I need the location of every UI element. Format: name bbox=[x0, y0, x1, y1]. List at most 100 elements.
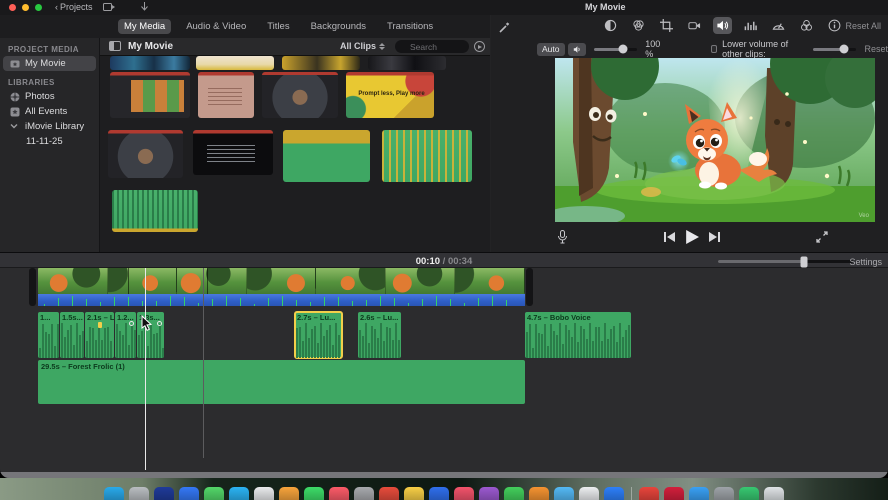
inspector-panel: Reset All Auto 100 % Lower volume of oth… bbox=[491, 15, 888, 252]
audio-clip[interactable]: 4.7s – Bobo Voice bbox=[525, 312, 631, 358]
media-thumbnail-film-blue[interactable] bbox=[110, 56, 190, 70]
media-thumbnail-audio-top[interactable] bbox=[283, 130, 370, 182]
media-thumbnail-editor[interactable] bbox=[110, 72, 190, 118]
lower-volume-checkbox[interactable] bbox=[710, 45, 718, 53]
dock-app-icon[interactable] bbox=[279, 487, 299, 500]
audio-clip[interactable]: 1.5s... bbox=[60, 312, 84, 358]
continuous-playback-icon[interactable] bbox=[474, 41, 485, 52]
dock-app-icon[interactable] bbox=[104, 487, 124, 500]
right-trim-handle[interactable] bbox=[526, 268, 533, 306]
noise-reduction-icon[interactable] bbox=[741, 17, 760, 34]
audio-clip[interactable]: 2.6s – Lu... bbox=[358, 312, 401, 358]
dock-app-icon[interactable] bbox=[229, 487, 249, 500]
audio-clip[interactable]: 2.1s – L... bbox=[85, 312, 114, 358]
media-thumbnail-webcam[interactable] bbox=[108, 130, 183, 178]
media-thumbnail-webcam[interactable] bbox=[262, 72, 338, 118]
stabilization-icon[interactable] bbox=[685, 17, 704, 34]
left-trim-handle[interactable] bbox=[29, 268, 36, 306]
timeline-zoom-slider[interactable] bbox=[718, 256, 853, 267]
dock-app-icon[interactable] bbox=[739, 487, 759, 500]
playhead[interactable] bbox=[145, 268, 146, 470]
mute-speaker-button[interactable] bbox=[567, 42, 586, 56]
reset-volume-button[interactable]: Reset bbox=[864, 44, 888, 54]
download-arrow-icon[interactable] bbox=[140, 2, 149, 14]
dock-app-icon[interactable] bbox=[529, 487, 549, 500]
sidebar-item-11-11-25[interactable]: 11-11-25 bbox=[0, 134, 99, 149]
media-thumbnail-film-dark[interactable] bbox=[368, 56, 446, 70]
media-thumbnail-audio-wave[interactable] bbox=[112, 190, 198, 232]
sidebar-item-my-movie[interactable]: My Movie bbox=[3, 56, 96, 71]
dock-app-icon[interactable] bbox=[554, 487, 574, 500]
dock-app-icon[interactable] bbox=[604, 487, 624, 500]
fullscreen-button[interactable] bbox=[816, 231, 828, 243]
dock-app-icon[interactable] bbox=[429, 487, 449, 500]
video-clip-filmstrip[interactable] bbox=[38, 268, 525, 294]
dock-app-icon[interactable] bbox=[764, 487, 784, 500]
dock-app-icon[interactable] bbox=[379, 487, 399, 500]
zoom-window-button[interactable] bbox=[35, 4, 42, 11]
sidebar-item-photos[interactable]: Photos bbox=[0, 89, 99, 104]
dock-app-icon[interactable] bbox=[254, 487, 274, 500]
media-thumbnail-film-yellow[interactable] bbox=[282, 56, 360, 70]
import-media-icon[interactable] bbox=[103, 2, 115, 14]
close-window-button[interactable] bbox=[9, 4, 16, 11]
tab-audio-video[interactable]: Audio & Video bbox=[180, 19, 252, 34]
media-thumbnail-slide[interactable]: Prompt less, Play more bbox=[346, 72, 434, 118]
dock-app-icon[interactable] bbox=[404, 487, 424, 500]
sidebar-item-all-events[interactable]: All Events bbox=[0, 104, 99, 119]
audio-clip[interactable]: 1.2... bbox=[115, 312, 136, 358]
speed-icon[interactable] bbox=[769, 17, 788, 34]
dock-app-icon[interactable] bbox=[129, 487, 149, 500]
dock-app-icon[interactable] bbox=[689, 487, 709, 500]
dock-app-icon[interactable] bbox=[664, 487, 684, 500]
media-thumbnail-audio-spikes[interactable] bbox=[382, 130, 472, 182]
info-icon[interactable] bbox=[825, 17, 844, 34]
dock-app-icon[interactable] bbox=[204, 487, 224, 500]
play-button[interactable] bbox=[685, 230, 699, 244]
next-frame-button[interactable] bbox=[709, 232, 720, 242]
dock-app-icon[interactable] bbox=[504, 487, 524, 500]
voiceover-mic-button[interactable] bbox=[557, 230, 568, 244]
sidebar-item-imovie-library[interactable]: iMovie Library bbox=[0, 119, 99, 134]
video-audio-waveform-bar[interactable] bbox=[38, 294, 525, 306]
dock-app-icon[interactable] bbox=[454, 487, 474, 500]
media-thumbnail-document[interactable] bbox=[198, 72, 254, 118]
dock-app-icon[interactable] bbox=[154, 487, 174, 500]
background-music-clip[interactable]: 29.5s – Forest Frolic (1) bbox=[38, 360, 525, 404]
tab-backgrounds[interactable]: Backgrounds bbox=[305, 19, 372, 34]
volume-slider[interactable] bbox=[593, 44, 638, 54]
dock-app-icon[interactable] bbox=[479, 487, 499, 500]
search-input[interactable] bbox=[395, 40, 469, 53]
tab-my-media[interactable]: My Media bbox=[118, 19, 172, 34]
dock-app-icon[interactable] bbox=[304, 487, 324, 500]
crop-icon[interactable] bbox=[657, 17, 676, 34]
minimize-window-button[interactable] bbox=[22, 4, 29, 11]
media-thumbnail-terminal[interactable] bbox=[193, 130, 273, 175]
timeline-settings-button[interactable]: Settings bbox=[849, 257, 882, 267]
tab-transitions[interactable]: Transitions bbox=[381, 19, 439, 34]
dock-app-icon[interactable] bbox=[579, 487, 599, 500]
lower-volume-slider[interactable] bbox=[812, 44, 857, 54]
white-balance-icon[interactable] bbox=[629, 17, 648, 34]
tab-titles[interactable]: Titles bbox=[261, 19, 295, 34]
dock-app-icon[interactable] bbox=[329, 487, 349, 500]
dock-app-icon[interactable] bbox=[179, 487, 199, 500]
clip-filter-icon[interactable] bbox=[797, 17, 816, 34]
media-thumbnail-film-cream[interactable] bbox=[196, 56, 274, 70]
auto-volume-button[interactable]: Auto bbox=[537, 42, 565, 56]
dock-app-icon[interactable] bbox=[639, 487, 659, 500]
clip-filter-dropdown[interactable]: All Clips bbox=[340, 41, 386, 51]
wave-bar bbox=[559, 323, 561, 358]
wave-bar bbox=[398, 339, 400, 358]
audio-clip[interactable]: 1... bbox=[38, 312, 59, 358]
projects-back-button[interactable]: ‹ Projects bbox=[55, 1, 93, 13]
dock-app-icon[interactable] bbox=[714, 487, 734, 500]
previous-frame-button[interactable] bbox=[664, 232, 675, 242]
toggle-sidebar-icon[interactable] bbox=[109, 41, 121, 51]
enhance-wand-icon[interactable] bbox=[499, 20, 511, 38]
dock-app-icon[interactable] bbox=[354, 487, 374, 500]
color-correction-icon[interactable] bbox=[601, 17, 620, 34]
reset-all-button[interactable]: Reset All bbox=[845, 21, 881, 31]
volume-icon[interactable] bbox=[713, 17, 732, 34]
audio-clip-selected[interactable]: 2.7s – Lu... bbox=[294, 311, 343, 359]
